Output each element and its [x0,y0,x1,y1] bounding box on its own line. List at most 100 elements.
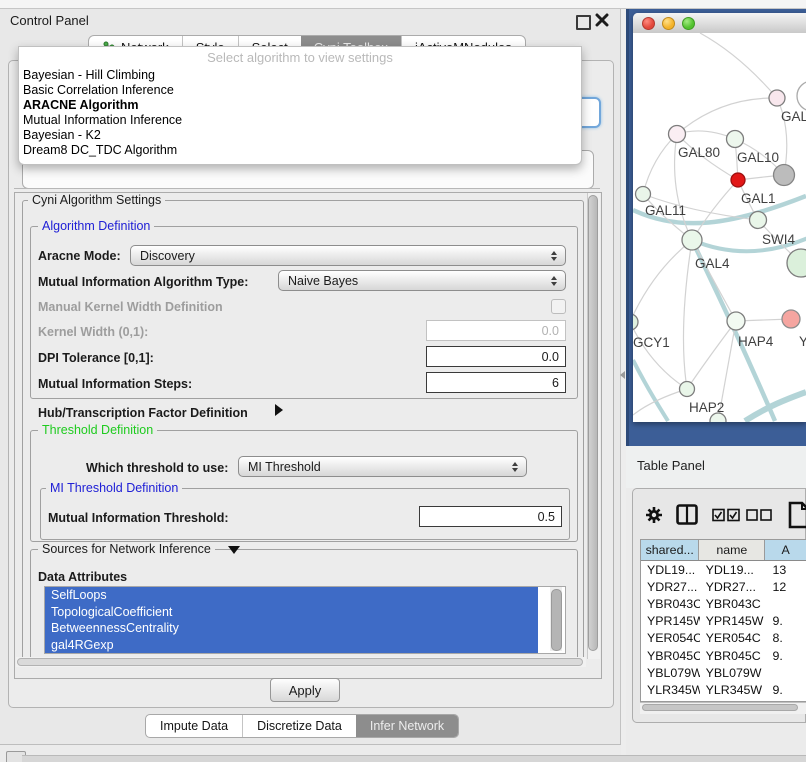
settings-horizontal-scrollbar-thumb[interactable] [17,658,583,666]
minimize-traffic-light[interactable] [662,17,675,30]
dpi-tolerance-label: DPI Tolerance [0,1]: [38,351,154,365]
bottom-status-bar [22,755,806,762]
threshold-definition-label: Threshold Definition [38,424,157,437]
column-header-name[interactable]: name [699,540,765,560]
table-cell: YDL19... [700,563,767,577]
aracne-mode-value: Discovery [140,249,195,263]
table-row[interactable]: YPR145WYPR145W9. [641,613,806,630]
zoom-traffic-light[interactable] [682,17,695,30]
table-cell: YBL079W [641,666,700,680]
dpi-tolerance-input[interactable]: 0.0 [426,346,566,367]
mi-threshold-input[interactable]: 0.5 [419,506,562,527]
which-threshold-select[interactable]: MI Threshold [238,456,527,477]
table-horizontal-scrollbar-thumb[interactable] [642,704,798,711]
table-cell: YPR145W [641,614,700,628]
algorithm-option[interactable]: Basic Correlation Inference [19,83,581,98]
network-node-gal11[interactable] [636,187,651,202]
table-cell: YPR145W [700,614,767,628]
table-cell: YBL079W [700,666,767,680]
table-row[interactable]: YBR045CYBR045C9. [641,647,806,664]
network-node-gal[interactable] [769,90,785,106]
mi-steps-input[interactable]: 6 [426,372,566,393]
manual-kernel-label: Manual Kernel Width Definition [38,300,223,314]
export-table-icon[interactable] [788,501,806,529]
network-node[interactable] [797,81,806,111]
table-row[interactable]: YBR043CYBR043C [641,595,806,612]
splitter-collapse-icon[interactable] [620,371,625,379]
close-icon[interactable] [595,13,609,27]
settings-vertical-scrollbar-thumb[interactable] [588,195,598,651]
apply-button[interactable]: Apply [270,678,340,702]
application-root: Control Panel NetworkStyleSelectCyni Too… [0,0,806,762]
network-canvas[interactable]: GALGAL80GAL10GAL1GAL11SWI4GAL4GCY1HAP4YH… [633,33,806,422]
table-panel-title: Table Panel [637,458,705,473]
attribute-list-item[interactable]: BetweennessCentrality [45,620,538,637]
bottom-tab-discretize-data[interactable]: Discretize Data [242,715,356,737]
table-cell: YDL19... [641,563,700,577]
attribute-list-item[interactable]: SelfLoops [45,587,538,604]
table-cell: YBR043C [700,597,767,611]
bottom-tab-impute-data[interactable]: Impute Data [146,715,242,737]
aracne-mode-select[interactable]: Discovery [130,245,566,266]
columns-icon[interactable] [676,504,698,525]
gear-icon[interactable] [644,505,664,525]
table-row[interactable]: YDL19...YDL19...13 [641,561,806,578]
sources-label[interactable]: Sources for Network Inference [38,543,215,556]
close-traffic-light[interactable] [642,17,655,30]
network-edge-highlighted[interactable] [633,196,806,421]
network-node-gcy1[interactable] [633,314,638,330]
table-cell: 12 [766,580,806,594]
column-header-shared...[interactable]: shared... [641,540,699,560]
network-node-gal10[interactable] [727,131,744,148]
mi-type-select[interactable]: Naive Bayes [278,270,566,291]
attribute-list-item[interactable]: TopologicalCoefficient [45,604,538,621]
spinner-arrows-icon [551,276,557,286]
expand-arrow-icon[interactable] [275,404,283,416]
float-window-icon[interactable] [576,15,591,30]
deselect-all-icon[interactable] [746,509,772,522]
attributes-scrollbar-thumb[interactable] [551,589,562,651]
mi-threshold-definition-label: MI Threshold Definition [46,482,182,495]
network-node-label: GAL80 [678,145,720,160]
cyni-algorithm-settings-label: Cyni Algorithm Settings [28,194,165,207]
table-cell: YBR045C [641,649,700,663]
network-node[interactable] [750,212,767,229]
top-strip [0,0,806,9]
network-node-label: GAL11 [645,203,686,218]
hub-definition-label[interactable]: Hub/Transcription Factor Definition [38,406,248,420]
algorithm-option[interactable]: Dream8 DC_TDC Algorithm [19,143,581,158]
cyni-bottom-tab-bar: Impute DataDiscretize DataInfer Network [145,714,459,738]
algorithm-option[interactable]: ARACNE Algorithm [19,98,581,113]
column-header-A[interactable]: A [765,540,806,560]
algorithm-definition-label: Algorithm Definition [38,220,154,233]
network-node-hap4[interactable] [727,312,745,330]
table-row[interactable]: YER054CYER054C8. [641,630,806,647]
table-cell: YBR043C [641,597,700,611]
network-node-gal1[interactable] [731,173,745,187]
table-cell: YER054C [700,631,767,645]
spinner-arrows-icon [512,462,518,472]
table-row[interactable]: YLR345WYLR345W9. [641,681,806,698]
kernel-width-input[interactable]: 0.0 [426,320,566,341]
network-node-gal80[interactable] [669,126,686,143]
algorithm-option[interactable]: Bayesian - Hill Climbing [19,68,581,83]
select-all-icon[interactable] [712,508,740,522]
manual-kernel-checkbox[interactable] [551,299,566,314]
network-window-titlebar[interactable] [633,13,806,34]
table-cell: YDR27... [700,580,767,594]
network-node-y[interactable] [782,310,800,328]
table-row[interactable]: YBL079WYBL079W [641,664,806,681]
table-row[interactable]: YDR27...YDR27...12 [641,578,806,595]
network-node-hap2[interactable] [680,382,695,397]
node-table: shared...nameAYDL19...YDL19...13YDR27...… [640,539,806,702]
collapse-arrow-icon[interactable] [228,546,240,554]
attribute-list-item[interactable]: gal4RGexp [45,637,538,654]
network-node[interactable] [774,165,795,186]
algorithm-option[interactable]: Mutual Information Inference [19,113,581,128]
algorithm-option[interactable]: Bayesian - K2 [19,128,581,143]
network-node-gal4[interactable] [682,230,702,250]
bottom-tab-infer-network[interactable]: Infer Network [356,715,458,737]
kernel-width-label: Kernel Width (0,1): [38,325,148,339]
network-node-label: HAP4 [738,334,774,349]
table-cell: 8. [766,631,806,645]
